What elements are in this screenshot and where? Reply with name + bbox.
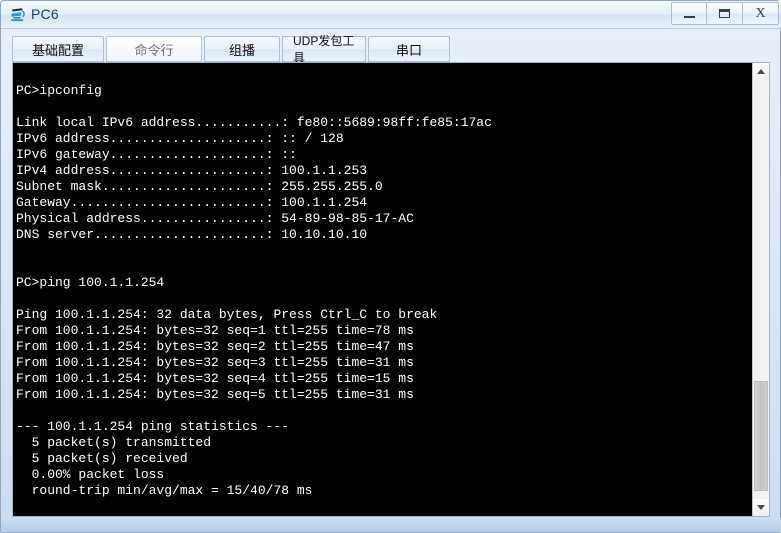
window-bottom-strip xyxy=(1,518,781,532)
scroll-down-button[interactable] xyxy=(753,499,769,516)
terminal-frame: PC>ipconfig Link local IPv6 address......… xyxy=(12,62,770,517)
terminal-line: Ping 100.1.1.254: 32 data bytes, Press C… xyxy=(16,307,438,322)
scroll-up-button[interactable] xyxy=(753,63,769,80)
terminal-line: DNS server......................: 10.10.… xyxy=(16,227,368,242)
terminal-scrollbar[interactable] xyxy=(752,63,769,516)
terminal-line: From 100.1.1.254: bytes=32 seq=3 ttl=255… xyxy=(16,355,414,370)
terminal-line: From 100.1.1.254: bytes=32 seq=4 ttl=255… xyxy=(16,371,414,386)
title-bar[interactable]: PC6 X xyxy=(1,1,781,29)
close-button[interactable]: X xyxy=(743,2,779,25)
scrollbar-track[interactable] xyxy=(753,80,769,499)
terminal-line: 5 packet(s) transmitted xyxy=(16,435,212,450)
maximize-button[interactable] xyxy=(707,2,743,25)
window-controls: X xyxy=(671,2,779,26)
terminal-line: IPv6 address....................: :: / 1… xyxy=(16,131,344,146)
terminal-line: Link local IPv6 address...........: fe80… xyxy=(16,115,492,130)
tab-command-line-label: 命令行 xyxy=(134,42,174,58)
terminal-line: Gateway.........................: 100.1.… xyxy=(16,195,368,210)
terminal-line: PC>ping 100.1.1.254 xyxy=(16,275,165,290)
tab-serial-port[interactable]: 串口 xyxy=(368,36,450,62)
maximize-icon xyxy=(719,9,730,18)
pc6-window: PC6 X 基础配置 命令行 组播 UDP发包工具 串口 PC>ipconfig… xyxy=(0,0,781,533)
terminal-line: IPv4 address....................: 100.1.… xyxy=(16,163,368,178)
terminal-line: From 100.1.1.254: bytes=32 seq=1 ttl=255… xyxy=(16,323,414,338)
tab-multicast[interactable]: 组播 xyxy=(204,36,280,62)
terminal-line: Subnet mask.....................: 255.25… xyxy=(16,179,383,194)
tab-command-line[interactable]: 命令行 xyxy=(106,36,202,62)
terminal-line: 5 packet(s) received xyxy=(16,451,188,466)
window-title: PC6 xyxy=(31,6,59,22)
minimize-icon xyxy=(683,16,695,18)
terminal-line: round-trip min/avg/max = 15/40/78 ms xyxy=(16,483,313,498)
terminal-line: --- 100.1.1.254 ping statistics --- xyxy=(16,419,290,434)
tab-basic-config[interactable]: 基础配置 xyxy=(12,36,104,62)
tab-serial-port-label: 串口 xyxy=(395,42,422,58)
scrollbar-thumb[interactable] xyxy=(754,381,768,491)
tab-multicast-label: 组播 xyxy=(228,42,255,58)
minimize-button[interactable] xyxy=(671,2,707,25)
chevron-down-icon xyxy=(757,505,765,510)
terminal-line: PC>ipconfig xyxy=(16,83,102,98)
pc-device-icon xyxy=(9,6,27,24)
terminal-line: Physical address................: 54-89-… xyxy=(16,211,414,226)
tab-udp-packet-tool[interactable]: UDP发包工具 xyxy=(282,34,366,65)
terminal-line: From 100.1.1.254: bytes=32 seq=2 ttl=255… xyxy=(16,339,414,354)
tab-basic-config-label: 基础配置 xyxy=(31,42,84,58)
terminal-output[interactable]: PC>ipconfig Link local IPv6 address......… xyxy=(13,63,754,516)
terminal-line: 0.00% packet loss xyxy=(16,467,165,482)
close-icon: X xyxy=(755,5,766,21)
tab-strip: 基础配置 命令行 组播 UDP发包工具 串口 xyxy=(12,34,772,65)
terminal-line: IPv6 gateway....................: :: xyxy=(16,147,297,162)
terminal-line: From 100.1.1.254: bytes=32 seq=5 ttl=255… xyxy=(16,387,414,402)
tab-udp-packet-tool-label: UDP发包工具 xyxy=(293,34,355,65)
chevron-up-icon xyxy=(757,69,765,74)
